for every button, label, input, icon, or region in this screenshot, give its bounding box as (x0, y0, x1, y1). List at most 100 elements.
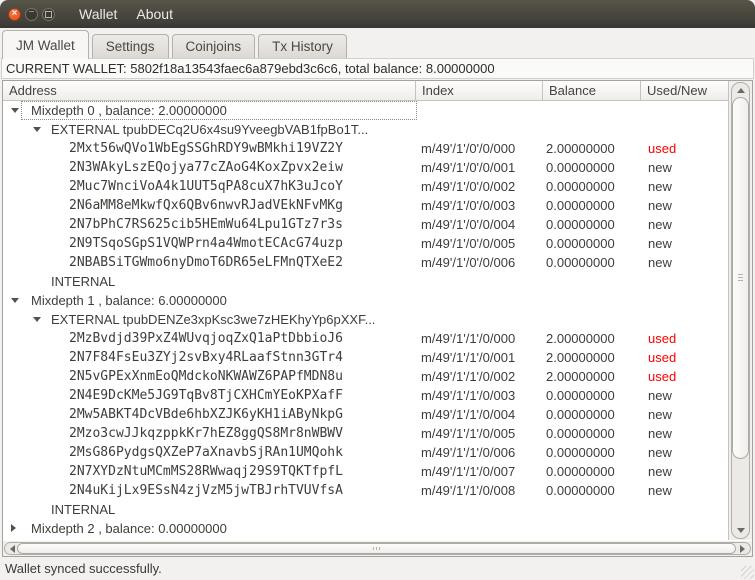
status-cell: new (648, 445, 672, 460)
balance-cell: 0.00000000 (546, 160, 615, 175)
tree-group-row[interactable]: Mixdepth 2 , balance: 0.00000000 (3, 519, 728, 538)
address-cell: 2NBABSiTGWmo6nyDmoT6DR65eLFMnQTXeE2 (69, 255, 343, 270)
column-header-index[interactable]: Index (416, 81, 543, 101)
status-cell: new (648, 160, 672, 175)
menu-about[interactable]: About (136, 6, 173, 22)
collapse-arrow-icon[interactable] (33, 317, 41, 322)
address-row[interactable]: 2N7F84FsEu3ZYj2svBxy4RLaafStnn3GTr4 m/49'… (3, 348, 728, 367)
expand-arrow-icon[interactable] (11, 524, 16, 532)
address-cell: 2N3WAkyLszEQojya77cZAoG4KoxZpvx2eiw (69, 160, 343, 175)
status-cell: new (648, 198, 672, 213)
address-row[interactable]: 2N5vGPExXnmEoQMdckoNKWAWZ6PAPfMDN8u m/49'… (3, 367, 728, 386)
address-row[interactable]: 2MzBvdjd39PxZ4WUvqjoqZxQ1aPtDbbioJ6 m/49'… (3, 329, 728, 348)
tab-coinjoins[interactable]: Coinjoins (171, 34, 256, 58)
address-row[interactable]: 2N4E9DcKMe5JG9TqBv8TjCXHCmYEoKPXafF m/49'… (3, 386, 728, 405)
address-cell: 2MsG86PydgsQXZeP7aXnavbSjRAn1UMQohk (69, 445, 343, 460)
index-cell: m/49'/1'/0'/0/001 (421, 160, 516, 175)
titlebar[interactable]: × − Wallet About (0, 0, 755, 28)
status-bar: Wallet synced successfully. (0, 557, 755, 580)
column-header-used-new[interactable]: Used/New (641, 81, 728, 101)
maximize-button[interactable] (42, 7, 55, 21)
minimize-button[interactable]: − (25, 7, 38, 21)
scroll-left-icon[interactable] (10, 544, 15, 553)
column-header-address[interactable]: Address (3, 81, 416, 101)
collapse-arrow-icon[interactable] (11, 108, 19, 113)
balance-cell: 0.00000000 (546, 388, 615, 403)
address-row[interactable]: 2N9TSqoSGpS1VQWPrn4a4WmotECAcG74uzp m/49'… (3, 234, 728, 253)
address-row[interactable]: 2N6aMM8eMkwfQx6QBv6nwvRJadVEkNFvMKg m/49'… (3, 196, 728, 215)
address-row[interactable]: 2Muc7WnciVoA4k1UUT5qPA8cuX7hK3uJcoY m/49'… (3, 177, 728, 196)
address-cell: 2N7XYDzNtuMCmMS28RWwaqj29S9TQKTfpfL (69, 464, 343, 479)
tree-group-row[interactable]: Mixdepth 1 , balance: 6.00000000 (3, 291, 728, 310)
column-header-balance[interactable]: Balance (543, 81, 641, 101)
resize-grip[interactable] (741, 566, 754, 579)
scroll-up-icon[interactable] (736, 88, 745, 93)
balance-cell: 0.00000000 (546, 255, 615, 270)
group-label: Mixdepth 2 , balance: 0.00000000 (31, 521, 227, 536)
index-cell: m/49'/1'/1'/0/004 (421, 407, 516, 422)
index-cell: m/49'/1'/1'/0/002 (421, 369, 516, 384)
wallet-window: × − Wallet About JM Wallet Settings Coin… (0, 0, 755, 580)
address-cell: 2N7bPhC7RS625cib5HEmWu64Lpu1GTz7r3s (69, 217, 343, 232)
address-row[interactable]: 2N3WAkyLszEQojya77cZAoG4KoxZpvx2eiw m/49'… (3, 158, 728, 177)
address-row[interactable]: 2Mxt56wQVo1WbEgSSGhRDY9wBMkhi19VZ2Y m/49'… (3, 139, 728, 158)
status-cell: new (648, 179, 672, 194)
wallet-tree: Address Index Balance Used/New Mixdepth … (2, 80, 753, 557)
index-cell: m/49'/1'/1'/0/005 (421, 426, 516, 441)
horizontal-scrollbar-thumb[interactable] (17, 543, 736, 554)
balance-cell: 0.00000000 (546, 217, 615, 232)
status-cell: used (648, 350, 677, 365)
address-row[interactable]: 2NBABSiTGWmo6nyDmoT6DR65eLFMnQTXeE2 m/49'… (3, 253, 728, 272)
tree-group-row[interactable]: Mixdepth 0 , balance: 2.00000000 (3, 101, 728, 120)
address-cell: 2Mw5ABKT4DcVBde6hbXZJK6yKH1iAByNkpG (69, 407, 343, 422)
balance-cell: 2.00000000 (546, 369, 615, 384)
close-button[interactable]: × (8, 7, 21, 21)
address-row[interactable]: 2Mw5ABKT4DcVBde6hbXZJK6yKH1iAByNkpG m/49'… (3, 405, 728, 424)
tree-group-row[interactable]: EXTERNAL tpubDENZe3xpKsc3we7zHEKhyYp6pXX… (3, 310, 728, 329)
address-row[interactable]: 2MsG86PydgsQXZeP7aXnavbSjRAn1UMQohk m/49'… (3, 443, 728, 462)
collapse-arrow-icon[interactable] (11, 298, 19, 303)
address-row[interactable]: 2N7XYDzNtuMCmMS28RWwaqj29S9TQKTfpfL m/49'… (3, 462, 728, 481)
tree-group-row[interactable]: INTERNAL (3, 272, 728, 291)
address-row[interactable]: 2N4uKijLx9ESsN4zjVzM5jwTBJrhTVUVfsA m/49'… (3, 481, 728, 500)
menubar: Wallet About (79, 6, 173, 22)
balance-cell: 0.00000000 (546, 483, 615, 498)
tree-group-row[interactable]: EXTERNAL tpubDECq2U6x4su9YveegbVAB1fpBo1… (3, 120, 728, 139)
address-row[interactable]: 2N7bPhC7RS625cib5HEmWu64Lpu1GTz7r3s m/49'… (3, 215, 728, 234)
maximize-icon (45, 10, 52, 18)
tab-settings[interactable]: Settings (91, 34, 169, 58)
scroll-down-icon[interactable] (736, 528, 745, 533)
address-cell: 2N4E9DcKMe5JG9TqBv8TjCXHCmYEoKPXafF (69, 388, 343, 403)
status-cell: new (648, 388, 672, 403)
group-label: Mixdepth 0 , balance: 2.00000000 (31, 103, 227, 118)
index-cell: m/49'/1'/1'/0/006 (421, 445, 516, 460)
index-cell: m/49'/1'/1'/0/003 (421, 388, 516, 403)
status-cell: new (648, 236, 672, 251)
horizontal-scrollbar-track[interactable] (4, 542, 751, 555)
tab-jm-wallet[interactable]: JM Wallet (2, 30, 89, 59)
scrollbar-grip-icon (372, 547, 380, 550)
horizontal-scrollbar[interactable] (3, 541, 752, 556)
address-cell: 2Muc7WnciVoA4k1UUT5qPA8cuX7hK3uJcoY (69, 179, 343, 194)
balance-cell: 0.00000000 (546, 407, 615, 422)
index-cell: m/49'/1'/0'/0/004 (421, 217, 516, 232)
group-label: EXTERNAL tpubDECq2U6x4su9YveegbVAB1fpBo1… (51, 122, 369, 137)
vertical-scrollbar-thumb[interactable] (732, 97, 749, 459)
scrollbar-grip-icon (738, 274, 743, 283)
collapse-arrow-icon[interactable] (33, 127, 41, 132)
close-icon: × (11, 7, 18, 19)
index-cell: m/49'/1'/1'/0/000 (421, 331, 516, 346)
index-cell: m/49'/1'/0'/0/003 (421, 198, 516, 213)
tree-viewport: Mixdepth 0 , balance: 2.00000000 EXTERNAL… (3, 101, 728, 541)
tab-tx-history[interactable]: Tx History (258, 34, 347, 58)
status-cell: used (648, 331, 677, 346)
balance-cell: 0.00000000 (546, 445, 615, 460)
address-cell: 2N9TSqoSGpS1VQWPrn4a4WmotECAcG74uzp (69, 236, 343, 251)
scroll-right-icon[interactable] (740, 544, 745, 553)
menu-wallet[interactable]: Wallet (79, 6, 117, 22)
vertical-scrollbar-track[interactable] (731, 82, 750, 539)
vertical-scrollbar[interactable] (728, 81, 752, 540)
address-cell: 2Mzo3cwJJkqzppkKr7hEZ8ggQS8Mr8nWBWV (69, 426, 343, 441)
address-row[interactable]: 2Mzo3cwJJkqzppkKr7hEZ8ggQS8Mr8nWBWV m/49'… (3, 424, 728, 443)
tree-group-row[interactable]: INTERNAL (3, 500, 728, 519)
